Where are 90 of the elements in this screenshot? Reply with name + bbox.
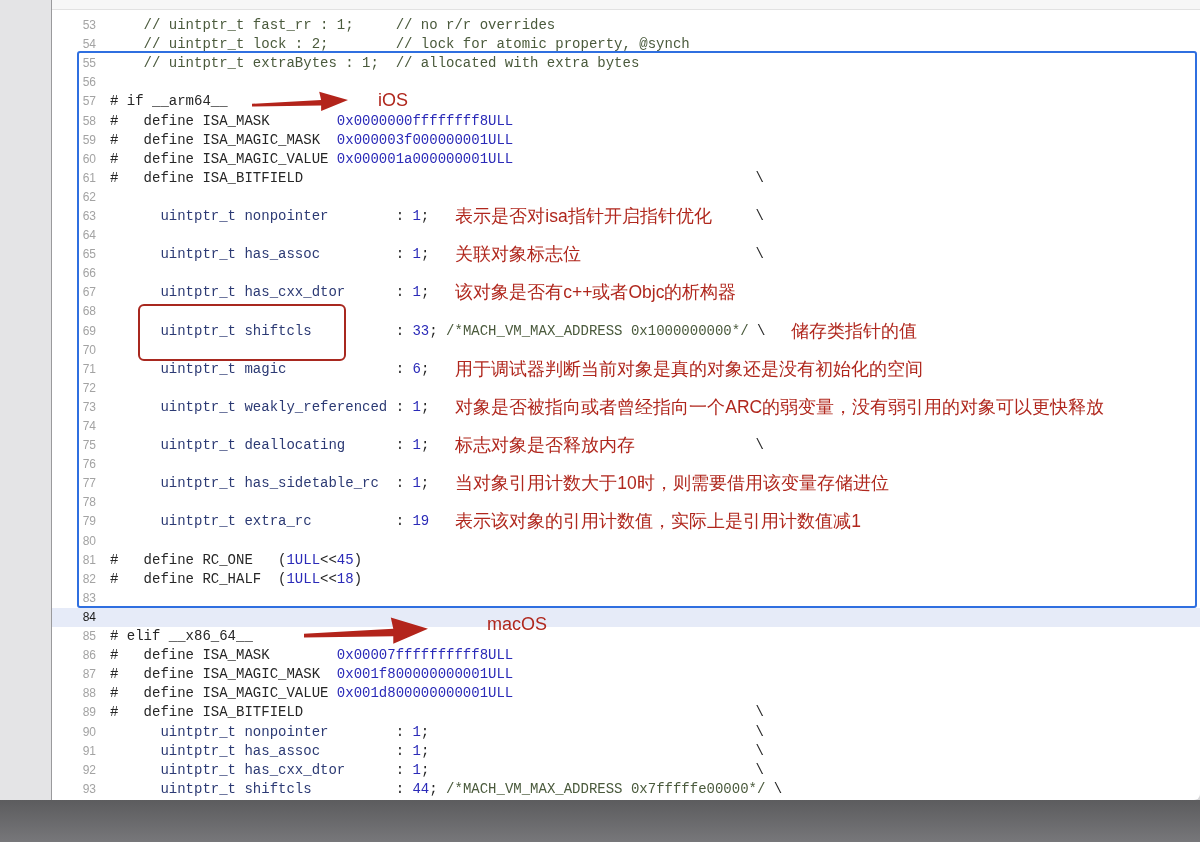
code-line: uintptr_t shiftcls : 33; /*MACH_VM_MAX_ADDRESS 0x1000000000*/ \ bbox=[159, 321, 766, 341]
line-number: 73 bbox=[81, 398, 97, 416]
code-line: uintptr_t has_assoc : 1; bbox=[159, 245, 430, 265]
annotation-text: 标志对象是否释放内存 bbox=[455, 436, 636, 456]
line-number: 72 bbox=[81, 379, 97, 397]
line-number: 75 bbox=[81, 437, 97, 455]
line-number: 76 bbox=[81, 456, 97, 474]
line-number: 62 bbox=[81, 188, 97, 206]
code-line: uintptr_t has_cxx_dtor : 1; bbox=[159, 283, 430, 303]
line-number: 77 bbox=[81, 475, 97, 493]
line-number: 56 bbox=[81, 74, 97, 92]
line-number: 63 bbox=[81, 208, 97, 225]
line-number: 69 bbox=[81, 322, 97, 340]
line-number: 71 bbox=[81, 360, 97, 378]
line-number: 79 bbox=[81, 513, 97, 531]
code-line: uintptr_t nonpointer : 1; bbox=[159, 207, 430, 226]
line-continuation: \ bbox=[755, 722, 764, 742]
line-number: 88 bbox=[81, 685, 97, 703]
annotation-label: iOS bbox=[378, 89, 408, 111]
annotation-label: macOS bbox=[487, 613, 547, 635]
line-number: 70 bbox=[81, 341, 97, 359]
line-number: 66 bbox=[81, 265, 97, 283]
line-number: 61 bbox=[81, 169, 97, 187]
line-number: 91 bbox=[81, 742, 97, 760]
code-line: // uintptr_t lock : 2; // lock for atomic property, @synch bbox=[142, 35, 690, 55]
code-line: uintptr_t has_cxx_dtor : 1; bbox=[159, 760, 430, 780]
line-continuation: \ bbox=[755, 207, 764, 226]
arrow-icon bbox=[304, 615, 428, 645]
line-number: 64 bbox=[81, 227, 97, 245]
line-number: 86 bbox=[81, 647, 97, 665]
line-number: 67 bbox=[81, 284, 97, 302]
line-number: 83 bbox=[81, 589, 97, 607]
code-line: uintptr_t weakly_referenced : 1; bbox=[159, 397, 430, 417]
code-line: # define ISA_MAGIC_VALUE 0x000001a000000001ULL bbox=[110, 149, 514, 169]
line-continuation: \ bbox=[755, 741, 764, 761]
code-line: uintptr_t extra_rc : 19 bbox=[159, 512, 430, 532]
code-line: uintptr_t magic : 6; bbox=[159, 359, 430, 379]
line-number: 57 bbox=[81, 93, 97, 111]
annotation-text: 对象是否被指向或者曾经指向一个ARC的弱变量，没有弱引用的对象可以更快释放 bbox=[455, 397, 1105, 417]
code-line: # define ISA_MAGIC_MASK 0x000003f000000001ULL bbox=[110, 130, 514, 150]
line-number: 90 bbox=[81, 723, 97, 741]
line-number: 85 bbox=[81, 628, 97, 646]
line-continuation: \ bbox=[755, 436, 764, 456]
code-line: uintptr_t has_assoc : 1; bbox=[159, 741, 430, 761]
annotation-text: 用于调试器判断当前对象是真的对象还是没有初始化的空间 bbox=[455, 359, 924, 379]
code-line: // uintptr_t fast_rr : 1; // no r/r overrides bbox=[142, 16, 556, 36]
line-number: 59 bbox=[81, 131, 97, 149]
line-continuation: \ bbox=[755, 168, 764, 188]
code-line: uintptr_t has_sidetable_rc : 1; bbox=[159, 474, 430, 494]
code-line: # elif __x86_64__ bbox=[110, 627, 253, 647]
annotation-text: 关联对象标志位 bbox=[455, 245, 582, 265]
annotation-text: 当对象引用计数大于10时，则需要借用该变量存储进位 bbox=[455, 474, 889, 494]
line-number: 93 bbox=[81, 780, 97, 798]
line-number: 68 bbox=[81, 303, 97, 321]
line-number: 87 bbox=[81, 666, 97, 684]
line-number: 78 bbox=[81, 494, 97, 512]
code-line: uintptr_t shiftcls : 44; /*MACH_VM_MAX_ADDRESS 0x7fffffe00000*/ \ bbox=[159, 779, 783, 799]
code-line: # define RC_HALF (1ULL<<18) bbox=[110, 569, 363, 589]
line-number: 54 bbox=[81, 36, 97, 54]
line-continuation: \ bbox=[755, 703, 764, 723]
code-line: # define RC_ONE (1ULL<<45) bbox=[110, 550, 363, 570]
code-line: # define ISA_MASK 0x00007ffffffffff8ULL bbox=[110, 646, 514, 666]
annotation-text: 表示是否对isa指针开启指针优化 bbox=[455, 207, 712, 226]
line-number: 89 bbox=[81, 704, 97, 722]
line-number: 81 bbox=[81, 551, 97, 569]
annotation-text: 表示该对象的引用计数值，实际上是引用计数值减1 bbox=[455, 512, 861, 532]
line-number: 74 bbox=[81, 418, 97, 435]
line-number: 65 bbox=[81, 246, 97, 264]
code-line: uintptr_t deallocating : 1; bbox=[159, 436, 430, 456]
code-line: # define ISA_BITFIELD bbox=[110, 703, 304, 723]
line-number: 58 bbox=[81, 112, 97, 130]
line-number: 84 bbox=[81, 608, 97, 626]
code-line: # define ISA_BITFIELD bbox=[110, 168, 304, 188]
line-number: 92 bbox=[81, 761, 97, 779]
line-number: 82 bbox=[81, 570, 97, 588]
code-line: uintptr_t nonpointer : 1; bbox=[159, 722, 430, 742]
line-number: 55 bbox=[81, 55, 97, 73]
annotation-text: 该对象是否有c++或者Objc的析构器 bbox=[455, 283, 737, 303]
arrow-icon bbox=[252, 90, 348, 112]
line-number: 60 bbox=[81, 150, 97, 168]
code-line: # define ISA_MAGIC_VALUE 0x001d800000000001ULL bbox=[110, 684, 514, 704]
code-line: # define ISA_MASK 0x0000000ffffffff8ULL bbox=[110, 111, 514, 131]
line-number: 53 bbox=[81, 17, 97, 35]
line-continuation: \ bbox=[755, 760, 764, 780]
code-line: # define ISA_MAGIC_MASK 0x001f800000000001ULL bbox=[110, 665, 514, 685]
code-line: # if __arm64__ bbox=[110, 92, 228, 112]
line-continuation: \ bbox=[755, 245, 764, 265]
line-number: 80 bbox=[81, 532, 97, 550]
code-line: // uintptr_t extraBytes : 1; // allocated with extra bytes bbox=[142, 54, 640, 74]
annotation-text: 储存类指针的值 bbox=[791, 321, 918, 341]
